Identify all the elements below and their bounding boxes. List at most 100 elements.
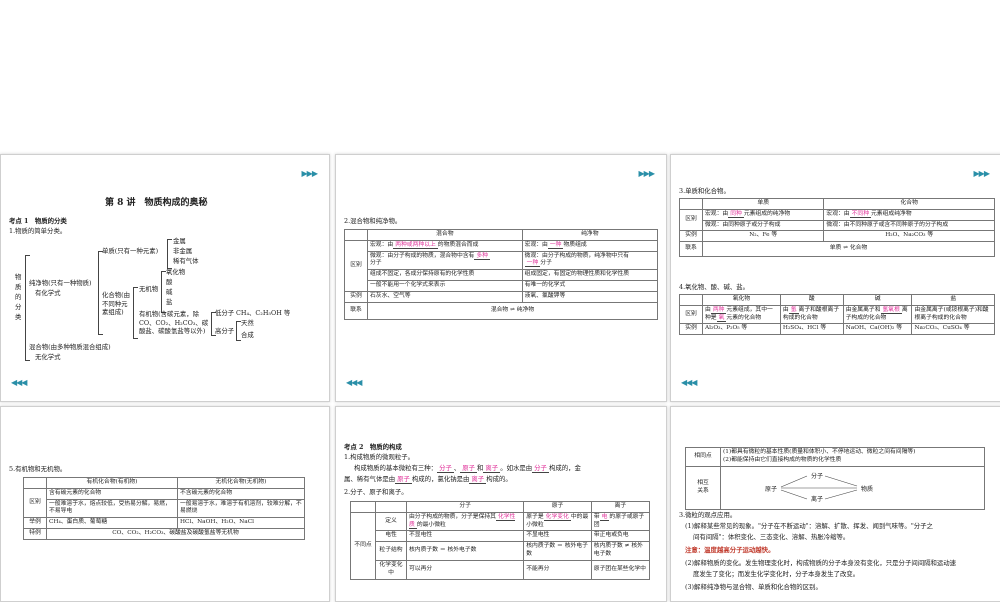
table-cell: NaOH、Ca(OH)₂ 等 [842, 323, 913, 336]
table-cell: 可以再分 [405, 559, 525, 580]
table-header-cell: 酸 [779, 294, 844, 306]
table-cell: 由氢离子和酸根离子构成的化合物 [779, 304, 844, 325]
table-cell: 实例 [344, 290, 368, 303]
table-cell: 微观：由分子构成的物质，混合物中含有 多种 分子 [367, 250, 523, 271]
table-header-cell: 化合物 [823, 198, 995, 210]
slide-5: 考点 2 物质的构成 1.构成物质的微观粒子。 构成物质的基本微粒有三种： 分子、… [335, 406, 667, 602]
table-cell: 定义 [375, 511, 407, 532]
table-cell: 联系 [679, 241, 703, 258]
element-substance: 单质(只有一种元素) [102, 247, 159, 255]
compound-label: 化合物(由 不同种元 素组成) [102, 291, 131, 317]
slide-2: ▶▶▶ 2.混合物和纯净物。 混合物 纯净物 区别 宏观：由 两种或两种以上 的物质混… [335, 154, 667, 402]
table-cell: 由分子构成的物质，分子是保持其 化学性质 的最小微粒 [405, 511, 525, 532]
table-cell: 化学变化中 [375, 559, 407, 580]
table-cell: 宏观：由 同种 元素组成的纯净物 [701, 208, 825, 221]
acid-label: 酸 [166, 278, 173, 286]
table-cell: 不显电性 [405, 530, 525, 543]
slide-3: ▶▶▶ 3.单质和化合物。 单质 化合物 区别 宏观：由 同种 元素组成的纯净物 宏观… [670, 154, 1000, 402]
table-header-cell: 原子 [523, 501, 592, 513]
table-cell: 电性 [375, 530, 407, 543]
nonmetal-label: 非金属 [173, 247, 193, 255]
q5-text: 5.有机物和无机物。 [9, 465, 67, 473]
table-cell: CH₄、蛋白质、葡萄糖 [46, 517, 178, 530]
table-cell: 一般易溶于水，难溶于有机溶剂，较难分解，不易燃烧 [176, 498, 306, 519]
table-cell: Al₂O₃、P₂O₅ 等 [702, 323, 781, 336]
table-cell: 宏观：由 两种或两种以上 的物质混合而成 [367, 239, 523, 252]
table-cell: 组成固定，有固定的物理性质和化学性质 [521, 269, 659, 282]
table-cell: 原子团在某些化学中 [590, 559, 651, 580]
table-cell: (1)都具有微粒的基本性质(质量和体积小、不停地运动、微粒之间有间隔等) (2)都… [720, 447, 985, 467]
table-header-cell: 无机化合物(无机物) [176, 477, 306, 489]
salt-label: 盐 [166, 298, 173, 306]
table-cell: 宏观：由 一种 物质组成 [521, 239, 659, 252]
table-header-cell [679, 198, 703, 210]
table-header-cell [350, 501, 376, 513]
table-cell: 一般难溶于水，熔点较低，受热易分解，易燃，不易导电 [46, 498, 178, 519]
table-cell: 由金属离子和 氢氧根 离子构成的化合物 [842, 304, 913, 325]
prev-page-icon[interactable]: ◀◀◀ [346, 378, 363, 389]
table-cell: N₂、Fe 等 [701, 230, 825, 243]
table-cell: Na₂CO₃、CuSO₄ 等 [911, 323, 995, 336]
kp1-heading: 考点 1 物质的分类 [9, 217, 67, 225]
oxide-label: 氧化物 [166, 268, 186, 276]
table-cell: 不含碳元素的化合物 [176, 487, 306, 500]
metal-label: 金属 [173, 237, 186, 245]
natural-label: 天然 [241, 319, 254, 327]
micro-particles-line2: 属、稀有气体是由 原子 构成的，氯化钠是由 离子 构成的。 [344, 475, 512, 484]
prev-page-icon[interactable]: ◀◀◀ [681, 378, 698, 389]
q3-text: 3.微粒的观点应用。 [679, 511, 737, 519]
table-header-cell: 碱 [842, 294, 913, 306]
table-header-cell: 氧化物 [702, 294, 781, 306]
next-page-icon[interactable]: ▶▶▶ [302, 169, 319, 180]
atom-node: 原子 [765, 486, 777, 493]
app-p3: (3)解释纯净物与混合物、单质和化合物的区别。 [685, 583, 822, 591]
table-cell: 液氧、氯酸钾等 [521, 290, 659, 303]
app-p2b: 度发生了变化；而发生化学变化时，分子本身发生了改变。 [693, 570, 860, 578]
next-page-icon[interactable]: ▶▶▶ [639, 169, 656, 180]
table-cell: 微观：由分子构成的物质，纯净物中只有 一种 分子 [521, 250, 659, 271]
table-cell: 由金属离子(或铵根离子)和酸根离子构成的化合物 [911, 304, 995, 325]
table-header-cell: 有机化合物(有机物) [46, 477, 178, 489]
lowmol-label: 低分子 [215, 309, 235, 317]
table-cell: 微观：由不同种原子或含不同种原子的分子构成 [823, 219, 995, 232]
slide-6: 相同点 (1)都具有微粒的基本性质(质量和体积小、不停地运动、微粒之间有间隔等)… [670, 406, 1000, 602]
app-p1: (1)解释某些常见的现象。"分子在不断运动"：溶解、扩散、挥发、闻到气味等。"分… [685, 522, 933, 530]
table-cell: 带正电或负电 [590, 530, 651, 543]
organic-inorganic-table: 有机化合物(有机物) 无机化合物(无机物) 区别 含有碳元素的化合物 不含碳元素的化合… [23, 477, 306, 540]
table-header-cell: 分子 [405, 501, 525, 513]
table-cell: 特例 [23, 528, 47, 540]
table-header-cell [679, 294, 703, 306]
q4-text: 4.氧化物、酸、碱、盐。 [679, 283, 750, 291]
table-cell: 举例 [23, 517, 47, 530]
table-cell: 相互 关系 [685, 465, 721, 510]
table-cell: 有唯一的化学式 [521, 280, 659, 292]
ion-node: 离子 [811, 495, 823, 503]
prev-page-icon[interactable]: ◀◀◀ [11, 378, 28, 389]
kp2-heading: 考点 2 物质的构成 [344, 443, 402, 451]
q2-text: 2.混合物和纯净物。 [344, 217, 402, 225]
table-cell: 单质 ⇌ 化合物 [702, 241, 995, 258]
slide-4: 5.有机物和无机物。 有机化合物(有机物) 无机化合物(无机物) 区别 含有碳元素的… [0, 406, 330, 602]
inorganic-label: 无机物 [139, 285, 159, 293]
table-header-cell [375, 501, 407, 513]
table-cell: 不同点 [350, 511, 376, 580]
table-cell: 宏观：由 不同种 元素组成纯净物 [823, 208, 995, 221]
table-cell: 一般不能用一个化学式来表示 [367, 280, 523, 292]
table-cell: 实例 [679, 230, 703, 243]
q2-text: 2.分子、原子和离子。 [344, 488, 408, 496]
col-pure: 纯净物 [521, 229, 659, 241]
slide-1: ▶▶▶ 第 8 讲 物质构成的奥秘 考点 1 物质的分类 1.物质的简单分类。 … [0, 154, 330, 402]
table-cell: 核内质子数 ≠ 核外电子数 [590, 541, 651, 561]
table-cell: 粒子结构 [375, 541, 407, 561]
table-header-cell [23, 477, 47, 489]
relation-arrow: 混合物 ⇌ 纯净物 [367, 301, 658, 320]
similarity-relation-table: 相同点 (1)都具有微粒的基本性质(质量和体积小、不停地运动、微粒之间有间隔等)… [685, 447, 985, 510]
q3-text: 3.单质和化合物。 [679, 187, 730, 195]
next-page-icon[interactable]: ▶▶▶ [974, 169, 991, 180]
table-cell: 区别 [679, 304, 703, 325]
pure-formula: 有化学式 [35, 289, 61, 297]
table-cell: HCl、NaOH、H₂O、NaCl [176, 517, 306, 530]
table-cell: 微观：由同种原子或分子构成 [701, 219, 825, 232]
oxide-acid-base-salt-table: 氧化物酸碱盐 区别 由两种 元素组成，其中一种是氧元素的化合物 由氢离子和酸根离子… [679, 294, 995, 336]
lesson-title: 第 8 讲 物质构成的奥秘 [105, 198, 208, 208]
